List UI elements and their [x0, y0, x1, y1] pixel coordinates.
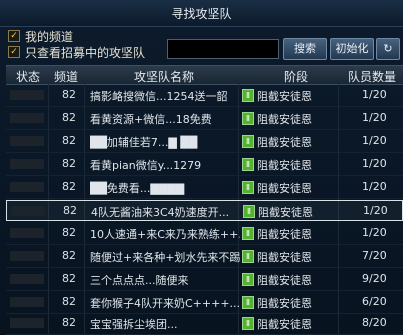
table-row[interactable]: 82 宝宝强拆尘埃团... Ⅱ 阻截安徒恩 8/20 [6, 313, 403, 335]
recruiting-only-checkbox-row[interactable]: ✓ 只查看招募中的攻坚队 [8, 44, 145, 60]
table-header: 状态 频道 攻坚队名称 阶段 队员数量 [6, 65, 403, 85]
team-name-cell: 10人速通+来C来乃来熟练++... [90, 228, 240, 241]
find-team-window: 寻找攻坚队 ✓ 我的频道 ✓ 只查看招募中的攻坚队 搜索 初始化 ↻ 状态 频道… [0, 0, 403, 335]
member-count-cell: 8/20 [362, 316, 387, 329]
table-row[interactable]: 82 ██免费看...▇▇▇▇ Ⅱ 阻截安徒恩 1/20 [6, 177, 403, 199]
stage-flag-icon: Ⅱ [242, 181, 254, 194]
team-name-cell: 宝宝强拆尘埃团... [90, 318, 178, 331]
col-team-name: 攻坚队名称 [134, 70, 195, 84]
table-row[interactable]: 82 随便过+来各种+划水先来不踢 Ⅱ 阻截安徒恩 7/20 [6, 246, 403, 268]
stage-flag-icon: Ⅱ [242, 296, 254, 309]
channel-cell: 82 [62, 88, 76, 101]
col-member-count: 队员数量 [348, 70, 397, 84]
stage-flag-icon: Ⅱ [242, 135, 254, 148]
table-row[interactable]: 82 搞影衉搜微信...1254送一韶 Ⅱ 阻截安徒恩 1/20 [6, 85, 403, 107]
status-indicator [10, 182, 44, 192]
checkbox-icon[interactable]: ✓ [8, 46, 20, 58]
stage-cell: 阻截安徒恩 [257, 159, 312, 172]
status-indicator [10, 251, 44, 261]
status-indicator [10, 113, 44, 123]
table-row[interactable]: 82 看黄pian微信y...1279 Ⅱ 阻截安徒恩 1/20 [6, 154, 403, 176]
window-title: 寻找攻坚队 [171, 7, 232, 21]
stage-flag-icon: Ⅱ [242, 89, 254, 102]
search-button[interactable]: 搜索 [283, 38, 327, 60]
status-indicator [10, 90, 44, 100]
team-name-cell: 搞影衉搜微信...1254送一韶 [90, 90, 228, 103]
channel-cell: 82 [62, 134, 76, 147]
status-indicator [10, 297, 44, 307]
member-count-cell: 1/20 [362, 180, 387, 193]
stage-cell: 阻截安徒恩 [257, 228, 312, 241]
status-indicator [10, 274, 44, 284]
channel-cell: 82 [62, 249, 76, 262]
status-indicator [10, 136, 44, 146]
stage-cell: 阻截安徒恩 [258, 206, 313, 219]
stage-cell: 阻截安徒恩 [257, 113, 312, 126]
status-indicator [10, 318, 44, 328]
team-name-cell: 随便过+来各种+划水先来不踢 [90, 251, 240, 264]
team-name-cell: ██免费看...▇▇▇▇ [90, 182, 185, 195]
member-count-cell: 1/20 [362, 88, 387, 101]
title-bar: 寻找攻坚队 [0, 0, 403, 27]
member-count-cell: 1/20 [362, 111, 387, 124]
stage-flag-icon: Ⅱ [242, 158, 254, 171]
stage-cell: 阻截安徒恩 [257, 251, 312, 264]
col-channel: 频道 [54, 70, 79, 84]
reset-button[interactable]: 初始化 [330, 38, 374, 60]
checkbox-icon[interactable]: ✓ [8, 30, 20, 42]
channel-cell: 82 [63, 204, 77, 217]
status-indicator [10, 159, 44, 169]
refresh-icon: ↻ [383, 42, 393, 55]
my-team-label: 我的频道 [25, 29, 74, 44]
channel-cell: 82 [62, 272, 76, 285]
channel-cell: 82 [62, 316, 76, 329]
team-name-cell: ██加辅佳若7...▇ ██ [90, 136, 198, 149]
table-row[interactable]: 82 看黄资源+微信...18免费 Ⅱ 阻截安徒恩 1/20 [6, 108, 403, 130]
member-count-cell: 9/20 [362, 272, 387, 285]
stage-flag-icon: Ⅱ [242, 317, 254, 330]
team-name-cell: 看黄资源+微信...18免费 [90, 113, 212, 126]
channel-cell: 82 [62, 180, 76, 193]
team-search-input[interactable] [167, 39, 279, 59]
member-count-cell: 1/20 [362, 157, 387, 170]
channel-cell: 82 [62, 157, 76, 170]
stage-cell: 阻截安徒恩 [257, 297, 312, 310]
table-row[interactable]: 82 10人速通+来C来乃来熟练++... Ⅱ 阻截安徒恩 1/20 [6, 223, 403, 245]
status-indicator [10, 228, 44, 238]
stage-cell: 阻截安徒恩 [257, 182, 312, 195]
stage-flag-icon: Ⅱ [243, 205, 255, 218]
team-name-cell: 4队无酱油来3C4奶速度开... [91, 206, 230, 219]
stage-cell: 阻截安徒恩 [257, 274, 312, 287]
stage-flag-icon: Ⅱ [242, 227, 254, 240]
col-stage: 阶段 [284, 70, 309, 84]
team-name-cell: 套你猴子4队开来奶C++++... [90, 297, 240, 310]
status-indicator [11, 206, 45, 216]
my-team-checkbox-row[interactable]: ✓ 我的频道 [8, 28, 73, 44]
member-count-cell: 1/20 [362, 226, 387, 239]
table-row-selected[interactable]: 82 4队无酱油来3C4奶速度开... Ⅱ 阻截安徒恩 1/20 [6, 200, 403, 221]
member-count-cell: 7/20 [362, 249, 387, 262]
channel-cell: 82 [62, 226, 76, 239]
channel-cell: 82 [62, 295, 76, 308]
col-status: 状态 [16, 70, 41, 84]
refresh-button[interactable]: ↻ [376, 38, 400, 60]
member-count-cell: 1/20 [362, 134, 387, 147]
member-count-cell: 1/20 [363, 204, 388, 217]
stage-cell: 阻截安徒恩 [257, 318, 312, 331]
stage-cell: 阻截安徒恩 [257, 136, 312, 149]
table-row[interactable]: 82 三个点点点...随便来 Ⅱ 阻截安徒恩 9/20 [6, 269, 403, 291]
member-count-cell: 6/20 [362, 295, 387, 308]
recruiting-only-label: 只查看招募中的攻坚队 [25, 45, 146, 60]
team-name-cell: 三个点点点...随便来 [90, 274, 189, 287]
table-row[interactable]: 82 套你猴子4队开来奶C++++... Ⅱ 阻截安徒恩 6/20 [6, 292, 403, 314]
stage-cell: 阻截安徒恩 [257, 90, 312, 103]
stage-flag-icon: Ⅱ [242, 112, 254, 125]
stage-flag-icon: Ⅱ [242, 273, 254, 286]
stage-flag-icon: Ⅱ [242, 250, 254, 263]
team-name-cell: 看黄pian微信y...1279 [90, 159, 202, 172]
channel-cell: 82 [62, 111, 76, 124]
table-row[interactable]: 82 ██加辅佳若7...▇ ██ Ⅱ 阻截安徒恩 1/20 [6, 131, 403, 153]
